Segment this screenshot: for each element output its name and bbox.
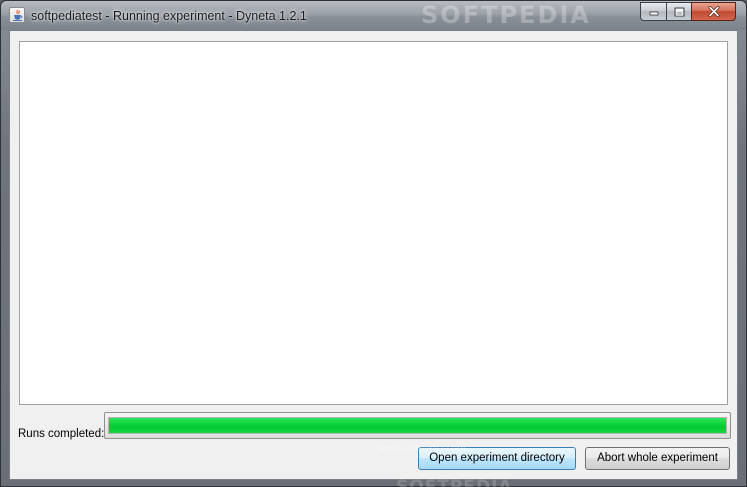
- experiment-log-area[interactable]: [19, 41, 728, 405]
- title-bar[interactable]: SOFTPEDIA softpediatest - Running experi…: [1, 1, 746, 30]
- minimize-icon: [649, 11, 658, 15]
- abort-experiment-button[interactable]: Abort whole experiment: [585, 447, 730, 470]
- minimize-button[interactable]: [640, 2, 666, 21]
- runs-completed-label: Runs completed:: [18, 428, 105, 440]
- window-title: softpediatest - Running experiment - Dyn…: [31, 9, 307, 23]
- progress-track: [108, 417, 727, 434]
- close-icon: [708, 6, 719, 17]
- maximize-icon: [674, 7, 684, 16]
- caption-buttons: [640, 2, 736, 21]
- runs-progress-bar: [104, 412, 731, 439]
- java-cup-icon[interactable]: [9, 7, 25, 23]
- progress-fill: [109, 418, 726, 433]
- softpedia-watermark: SOFTPEDIA: [396, 477, 513, 487]
- maximize-button[interactable]: [666, 2, 691, 21]
- title-watermark: SOFTPEDIA: [421, 1, 591, 29]
- softpedia-url-watermark: www.softpedia.com: [378, 444, 466, 454]
- app-window: SOFTPEDIA softpediatest - Running experi…: [0, 0, 747, 487]
- close-button[interactable]: [691, 2, 736, 21]
- client-area: Runs completed: Open experiment director…: [9, 30, 738, 487]
